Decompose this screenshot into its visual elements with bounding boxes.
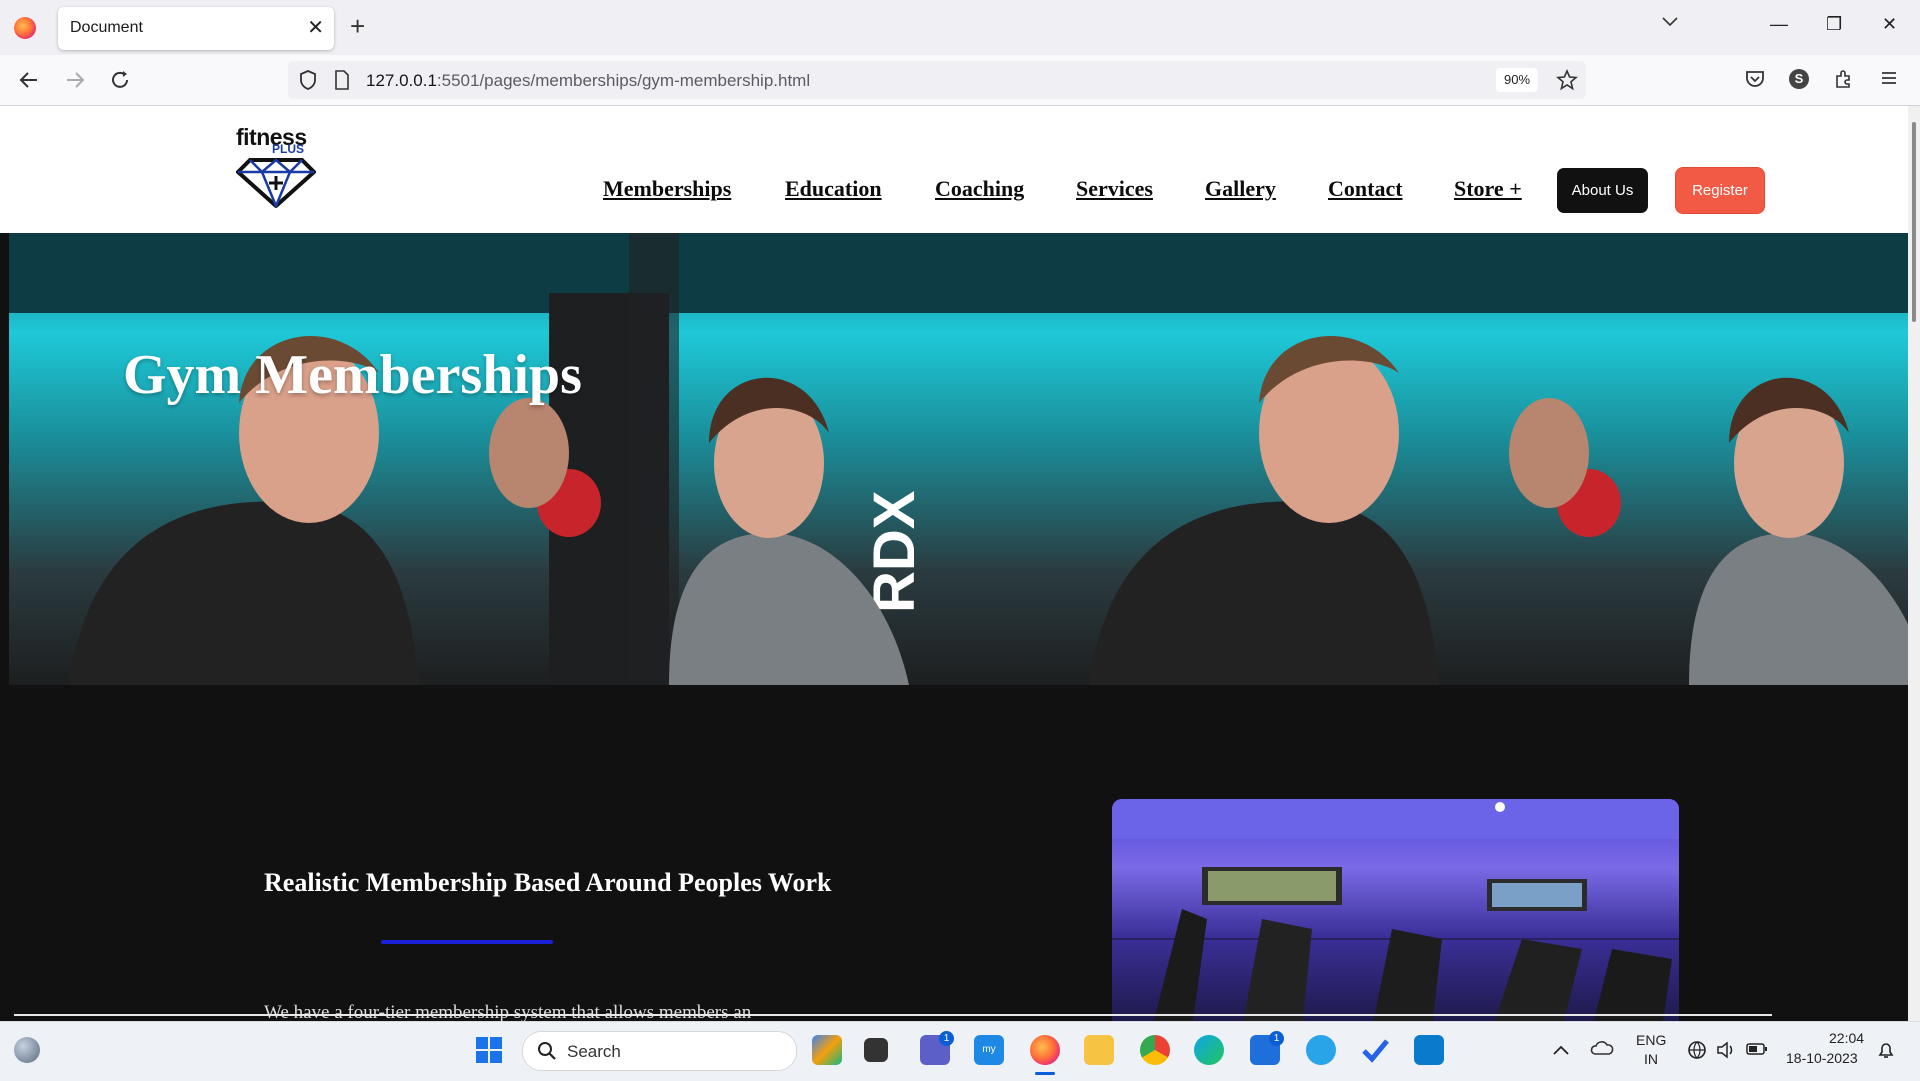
- url-host: 127.0.0.1: [366, 71, 437, 90]
- hero-photo-left: RDX: [9, 233, 1029, 685]
- minimize-icon[interactable]: —: [1770, 14, 1788, 35]
- myhp-icon[interactable]: my: [974, 1035, 1004, 1065]
- battery-icon[interactable]: [1746, 1042, 1768, 1061]
- teams-badge: 1: [939, 1031, 954, 1046]
- page-scrollbar[interactable]: [1908, 106, 1920, 1021]
- volume-icon[interactable]: [1716, 1040, 1736, 1065]
- todo-icon[interactable]: [1360, 1035, 1390, 1065]
- nav-coaching[interactable]: Coaching: [935, 176, 1024, 202]
- navigation-toolbar: 127.0.0.1:5501/pages/memberships/gym-mem…: [0, 55, 1920, 106]
- reload-icon[interactable]: [109, 69, 131, 96]
- back-icon[interactable]: [18, 69, 40, 96]
- scrollbar-thumb[interactable]: [1912, 122, 1916, 322]
- tab-bar: Document ✕ + — ❐ ✕: [0, 0, 1920, 55]
- restore-icon[interactable]: ❐: [1826, 14, 1842, 35]
- windows-taskbar: Search 1 my 1 ENG IN 22:04 18-10-2023: [0, 1021, 1920, 1081]
- notifications-icon[interactable]: [1876, 1040, 1896, 1065]
- register-button[interactable]: Register: [1676, 168, 1764, 213]
- fitness-plus-logo[interactable]: fitness PLUS: [236, 124, 316, 214]
- gym-equipment-photo: [1112, 799, 1679, 1021]
- nav-memberships[interactable]: Memberships: [603, 176, 731, 202]
- language-indicator[interactable]: ENG: [1636, 1032, 1666, 1048]
- about-us-button[interactable]: About Us: [1557, 168, 1648, 213]
- forward-icon[interactable]: [64, 69, 86, 96]
- title-underline: [381, 940, 553, 944]
- clock-date[interactable]: 18-10-2023: [1786, 1050, 1858, 1066]
- region-indicator: IN: [1644, 1051, 1658, 1067]
- browser-tab[interactable]: Document ✕: [58, 7, 334, 50]
- hero-banner: RDX Gym Memberships: [9, 233, 1908, 685]
- store-badge: 1: [1269, 1031, 1284, 1046]
- page-icon: [334, 70, 350, 95]
- help-icon[interactable]: [1306, 1035, 1336, 1065]
- file-explorer-icon[interactable]: [1084, 1035, 1114, 1065]
- pocket-icon[interactable]: [1745, 69, 1765, 94]
- tab-title: Document: [70, 19, 143, 36]
- taskbar-search[interactable]: Search: [522, 1031, 797, 1071]
- extensions-icon[interactable]: [1834, 69, 1854, 94]
- bookmark-star-icon[interactable]: [1556, 68, 1578, 96]
- search-icon: [537, 1041, 557, 1066]
- url-bar[interactable]: 127.0.0.1:5501/pages/memberships/gym-mem…: [288, 61, 1586, 99]
- task-view-icon[interactable]: [864, 1038, 888, 1062]
- windows-start-icon[interactable]: [474, 1035, 504, 1065]
- url-path: :5501/pages/memberships/gym-membership.h…: [436, 71, 811, 90]
- chevron-up-icon[interactable]: [1553, 1042, 1569, 1060]
- network-icon[interactable]: [1687, 1040, 1707, 1065]
- close-window-icon[interactable]: ✕: [1882, 14, 1897, 35]
- edge-icon[interactable]: [1194, 1035, 1224, 1065]
- firefox-icon: [14, 17, 36, 39]
- nav-gallery[interactable]: Gallery: [1205, 176, 1276, 202]
- account-avatar-icon[interactable]: S: [1789, 69, 1809, 89]
- clock-time[interactable]: 22:04: [1829, 1030, 1864, 1046]
- nav-services[interactable]: Services: [1076, 176, 1153, 202]
- close-tab-icon[interactable]: ✕: [307, 15, 324, 40]
- weather-widget-icon[interactable]: [14, 1037, 40, 1063]
- logo-subtext: PLUS: [272, 142, 305, 156]
- nav-contact[interactable]: Contact: [1328, 176, 1403, 202]
- svg-text:RDX: RDX: [862, 490, 927, 613]
- active-app-indicator: [1035, 1072, 1055, 1075]
- shield-icon[interactable]: [298, 69, 318, 96]
- url-text[interactable]: 127.0.0.1:5501/pages/memberships/gym-mem…: [366, 71, 810, 91]
- menu-icon[interactable]: [1880, 69, 1898, 92]
- section-title: Realistic Membership Based Around People…: [264, 868, 832, 897]
- copilot-icon[interactable]: [812, 1035, 842, 1065]
- list-tabs-icon[interactable]: [1662, 14, 1678, 32]
- hero-photo-right: [1029, 233, 1908, 685]
- site-header: fitness PLUS Memberships Education Coach…: [0, 106, 1908, 233]
- diamond-icon: [236, 158, 316, 208]
- chrome-icon[interactable]: [1140, 1035, 1170, 1065]
- section-body-text: We have a four-tier membership system th…: [264, 1002, 752, 1021]
- vscode-icon[interactable]: [1414, 1035, 1444, 1065]
- hero-title: Gym Memberships: [123, 344, 582, 406]
- new-tab-icon[interactable]: +: [350, 11, 365, 42]
- firefox-taskbar-icon[interactable]: [1030, 1035, 1060, 1065]
- nav-store[interactable]: Store +: [1454, 176, 1522, 202]
- zoom-level[interactable]: 90%: [1496, 68, 1538, 92]
- web-page: fitness PLUS Memberships Education Coach…: [0, 106, 1908, 1021]
- onedrive-icon[interactable]: [1590, 1039, 1614, 1062]
- nav-education[interactable]: Education: [785, 176, 882, 202]
- search-label: Search: [567, 1042, 621, 1061]
- page-divider: [14, 1014, 1772, 1016]
